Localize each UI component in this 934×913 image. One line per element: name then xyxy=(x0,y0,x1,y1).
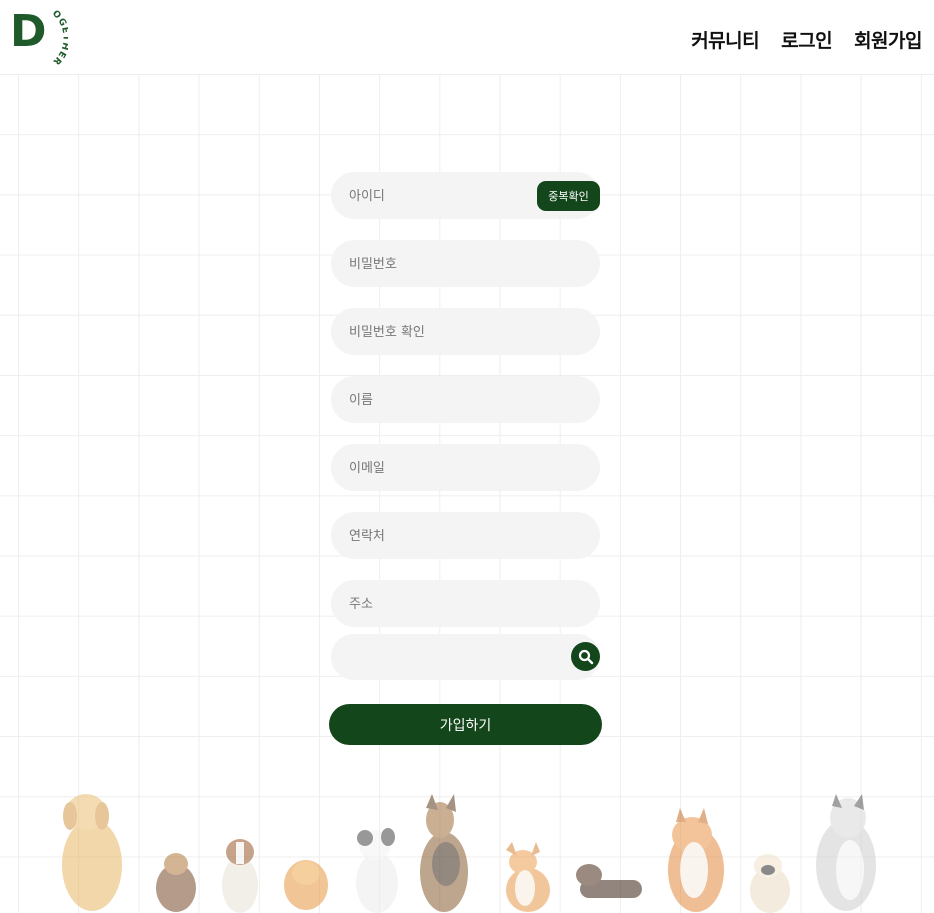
address-detail-input[interactable] xyxy=(347,634,541,682)
dogs-illustration xyxy=(62,794,876,913)
password-field xyxy=(331,240,600,289)
svg-text:OGETHER: OGETHER xyxy=(50,9,68,67)
nav-community[interactable]: 커뮤니티 xyxy=(691,26,759,53)
corgi-image xyxy=(506,842,550,912)
logo-text: OGETHER xyxy=(50,9,70,67)
husky-image xyxy=(816,794,876,911)
email-input[interactable] xyxy=(347,444,541,493)
shiba-inu-image xyxy=(668,808,724,912)
search-icon xyxy=(578,649,593,664)
address-input[interactable] xyxy=(347,580,541,629)
name-field xyxy=(331,376,600,425)
german-shepherd-image xyxy=(420,794,468,912)
top-nav: 커뮤니티 로그인 회원가입 xyxy=(691,26,922,53)
nav-login[interactable]: 로그인 xyxy=(781,26,832,53)
logo-letter: D xyxy=(10,6,47,57)
spotted-dog-image xyxy=(356,828,398,913)
address-detail-field xyxy=(331,634,600,682)
beagle-image xyxy=(222,839,258,913)
address-field xyxy=(331,580,600,629)
logo[interactable]: D OGETHER xyxy=(8,6,70,70)
id-input[interactable] xyxy=(347,172,541,221)
dachshund-image xyxy=(576,864,642,898)
yorkshire-terrier-image xyxy=(156,853,196,912)
pug-image xyxy=(750,854,790,913)
password-confirm-field xyxy=(331,308,600,357)
golden-retriever-image xyxy=(62,794,122,911)
signup-submit-button[interactable]: 가입하기 xyxy=(329,704,602,745)
nav-signup[interactable]: 회원가입 xyxy=(854,26,922,53)
password-input[interactable] xyxy=(347,240,541,289)
phone-input[interactable] xyxy=(347,512,541,561)
pomeranian-image xyxy=(284,860,328,910)
id-field: 중복확인 xyxy=(331,172,600,221)
email-field xyxy=(331,444,600,493)
password-confirm-input[interactable] xyxy=(347,308,541,357)
name-input[interactable] xyxy=(347,376,541,425)
logo-mark: D OGETHER xyxy=(10,6,70,67)
address-search-button[interactable] xyxy=(571,642,600,671)
phone-field xyxy=(331,512,600,561)
duplicate-check-button[interactable]: 중복확인 xyxy=(537,181,600,211)
